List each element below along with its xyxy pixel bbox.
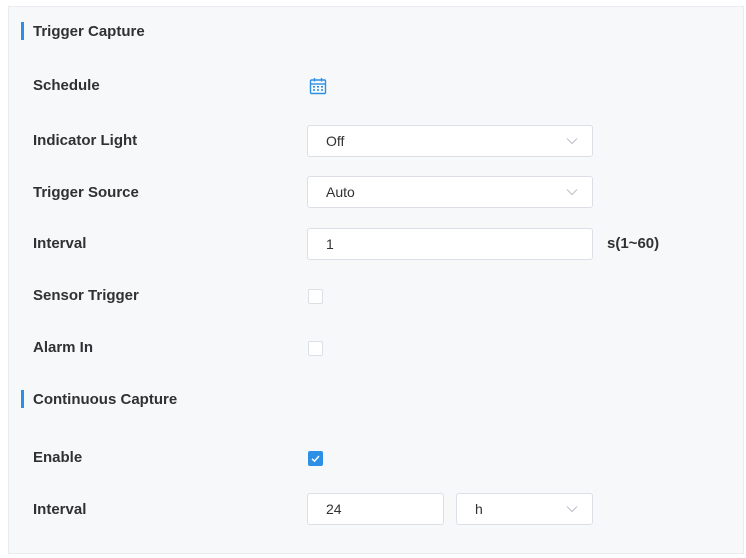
sensor-trigger-checkbox[interactable] [308, 289, 323, 304]
enable-checkbox[interactable] [308, 451, 323, 466]
interval-input-value: 1 [326, 236, 334, 252]
continuous-interval-label: Interval [33, 501, 87, 518]
capture-settings-panel: Trigger Capture Schedule Indicator Light… [8, 6, 744, 554]
indicator-light-select[interactable]: Off [307, 125, 593, 157]
interval-input[interactable]: 1 [307, 228, 593, 260]
continuous-interval-input[interactable]: 24 [307, 493, 444, 525]
schedule-label: Schedule [33, 77, 100, 94]
calendar-icon[interactable] [309, 77, 327, 95]
continuous-interval-unit-value: h [475, 501, 483, 517]
indicator-light-value: Off [326, 133, 345, 149]
section-title-trigger-capture: Trigger Capture [21, 21, 145, 41]
alarm-in-label: Alarm In [33, 339, 94, 356]
trigger-source-select[interactable]: Auto [307, 176, 593, 208]
check-icon [311, 455, 320, 463]
sensor-trigger-label: Sensor Trigger [33, 287, 139, 304]
interval-label: Interval [33, 235, 87, 252]
chevron-down-icon [566, 494, 578, 524]
trigger-source-value: Auto [326, 184, 355, 200]
section-accent-bar [21, 22, 24, 40]
section-title-text: Continuous Capture [33, 390, 178, 408]
section-title-text: Trigger Capture [33, 22, 145, 40]
alarm-in-checkbox[interactable] [308, 341, 323, 356]
chevron-down-icon [566, 177, 578, 207]
enable-label: Enable [33, 449, 83, 466]
interval-range-hint: s(1~60) [607, 235, 660, 252]
continuous-interval-unit-select[interactable]: h [456, 493, 593, 525]
section-accent-bar [21, 390, 24, 408]
trigger-source-label: Trigger Source [33, 184, 139, 201]
continuous-interval-value: 24 [326, 501, 342, 517]
indicator-light-label: Indicator Light [33, 132, 138, 149]
section-title-continuous-capture: Continuous Capture [21, 389, 177, 409]
chevron-down-icon [566, 126, 578, 156]
